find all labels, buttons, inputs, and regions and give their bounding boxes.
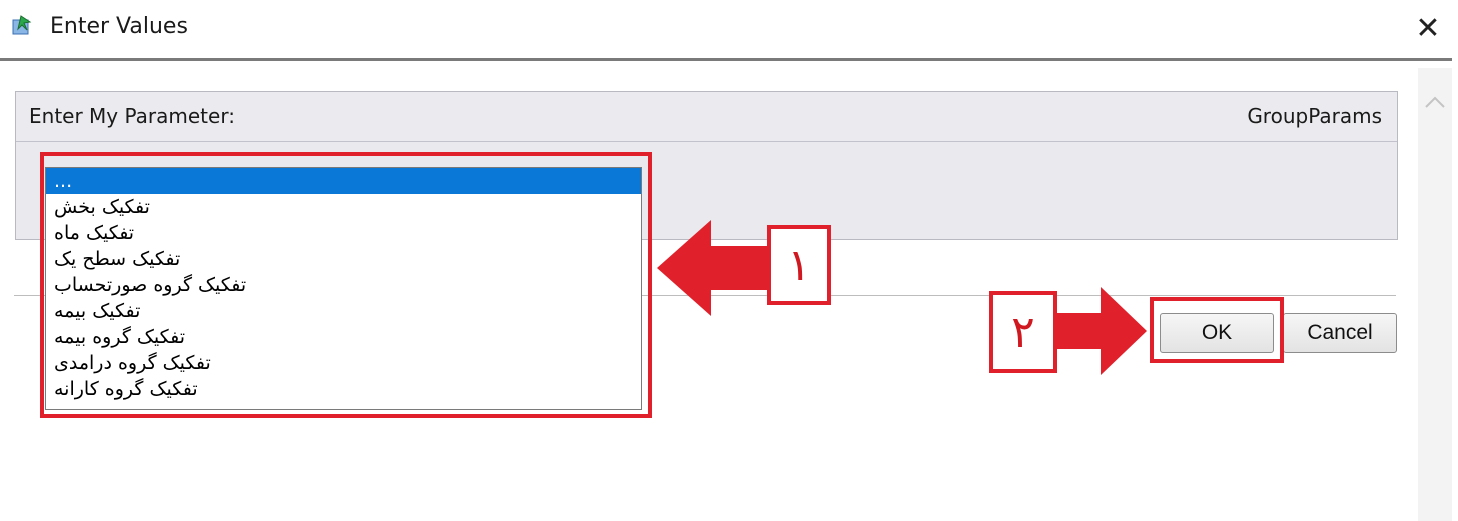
- title-bar: Enter Values ✕: [0, 0, 1458, 58]
- listbox-highlight-frame: [40, 152, 652, 418]
- arrow-right-icon: [1057, 287, 1147, 375]
- ok-highlight-frame: [1150, 297, 1284, 363]
- parameter-header: Enter My Parameter: GroupParams: [16, 92, 1397, 142]
- chevron-up-icon: [1425, 96, 1445, 108]
- step-2-callout: ۲: [989, 291, 1057, 373]
- install-arrow-icon: [10, 14, 34, 38]
- vertical-scrollbar[interactable]: [1418, 68, 1452, 521]
- parameter-label: Enter My Parameter:: [29, 104, 235, 128]
- scroll-up-button[interactable]: [1418, 90, 1452, 114]
- title-divider: [0, 58, 1452, 61]
- close-icon: ✕: [1415, 10, 1441, 46]
- window-title: Enter Values: [50, 14, 188, 39]
- cancel-button[interactable]: Cancel: [1283, 313, 1397, 353]
- close-button[interactable]: ✕: [1408, 8, 1448, 48]
- parameter-group-name: GroupParams: [1247, 104, 1382, 128]
- step-1-callout: ۱: [767, 225, 831, 305]
- arrow-left-icon: [657, 220, 767, 316]
